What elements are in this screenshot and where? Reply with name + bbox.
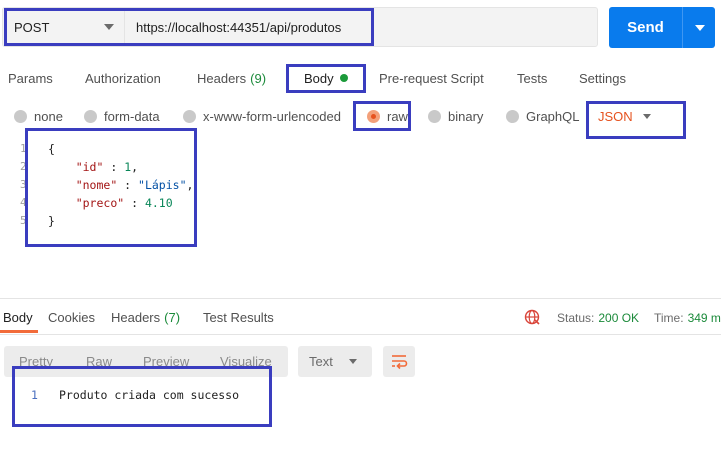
highlight-box-response-body — [12, 366, 272, 427]
tab-authorization[interactable]: Authorization — [85, 66, 161, 90]
tab-settings[interactable]: Settings — [579, 66, 626, 90]
highlight-box-request-line — [4, 8, 374, 46]
radio-x-www-form-urlencoded[interactable]: x-www-form-urlencoded — [183, 104, 341, 128]
radio-label: binary — [448, 108, 484, 124]
radio-circle-icon — [506, 109, 519, 123]
format-label: Text — [309, 354, 333, 369]
headers-count: (7) — [164, 309, 181, 325]
tab-label: Cookies — [48, 309, 95, 325]
radio-label: form-data — [104, 108, 160, 124]
active-tab-underline — [0, 330, 38, 333]
radio-label: none — [34, 108, 63, 124]
time-label: Time: — [654, 311, 684, 325]
send-divider — [682, 7, 683, 48]
send-button[interactable]: Send — [609, 7, 715, 48]
radio-graphql[interactable]: GraphQL — [506, 104, 579, 128]
tab-label: Params — [8, 70, 53, 86]
response-tab-body[interactable]: Body — [3, 306, 33, 328]
tab-label: Test Results — [203, 309, 274, 325]
highlight-box-body-tab — [286, 64, 366, 93]
tab-pre-request-script[interactable]: Pre-request Script — [379, 66, 484, 90]
radio-circle-icon — [84, 109, 97, 123]
response-time: Time: 349 m — [654, 309, 721, 327]
send-options-chevron-icon[interactable] — [695, 25, 705, 31]
status-value: 200 OK — [598, 311, 640, 325]
send-label: Send — [627, 19, 664, 36]
time-value: 349 m — [687, 311, 721, 325]
response-tab-headers[interactable]: Headers (7) — [111, 306, 180, 328]
wrap-lines-button[interactable] — [383, 346, 415, 377]
radio-circle-icon — [183, 109, 196, 123]
response-status: Status: 200 OK — [557, 309, 639, 327]
radio-form-data[interactable]: form-data — [84, 104, 160, 128]
chevron-down-icon — [349, 359, 357, 364]
wrap-lines-icon — [392, 355, 408, 370]
response-tab-test-results[interactable]: Test Results — [203, 306, 274, 328]
tab-label: Headers — [197, 70, 247, 86]
headers-count: (9) — [250, 70, 267, 86]
highlight-box-request-body — [25, 128, 197, 247]
tab-label: Authorization — [85, 70, 161, 86]
response-divider — [0, 298, 721, 299]
radio-label: x-www-form-urlencoded — [203, 108, 341, 124]
highlight-box-json — [586, 101, 686, 139]
response-format-select[interactable]: Text — [298, 346, 372, 377]
tab-headers[interactable]: Headers (9) — [197, 66, 266, 90]
tab-label: Tests — [517, 70, 548, 86]
radio-binary[interactable]: binary — [428, 104, 483, 128]
tab-label: Pre-request Script — [379, 70, 484, 86]
globe-icon[interactable] — [524, 309, 540, 325]
response-tab-cookies[interactable]: Cookies — [48, 306, 95, 328]
tab-tests[interactable]: Tests — [517, 66, 547, 90]
radio-none[interactable]: none — [14, 104, 63, 128]
tab-label: Settings — [579, 70, 626, 86]
tab-params[interactable]: Params — [8, 66, 53, 90]
highlight-box-raw — [353, 101, 411, 131]
response-tabs-divider — [0, 334, 721, 335]
status-label: Status: — [557, 311, 595, 325]
radio-circle-icon — [428, 109, 441, 123]
radio-label: GraphQL — [526, 108, 580, 124]
radio-circle-icon — [14, 109, 27, 123]
tab-label: Headers — [111, 309, 161, 325]
tab-label: Body — [3, 309, 33, 325]
